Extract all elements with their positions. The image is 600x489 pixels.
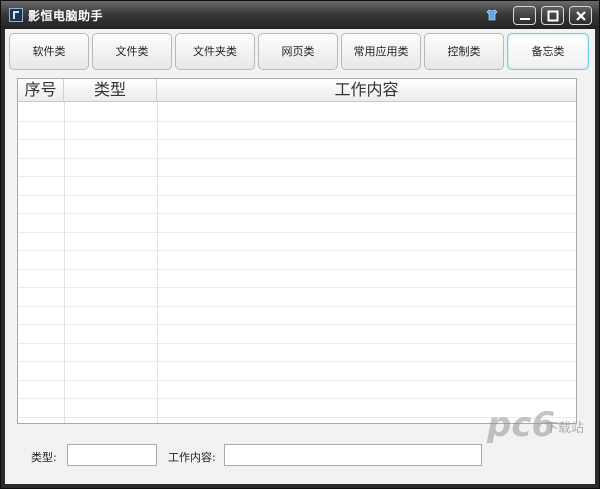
table-header: 序号 类型 工作内容 xyxy=(18,79,576,102)
tab-files[interactable]: 文件类 xyxy=(92,33,172,70)
type-label: 类型: xyxy=(31,451,57,464)
title-bar[interactable]: 影恒电脑助手 xyxy=(1,1,599,29)
app-logo-icon xyxy=(9,8,23,22)
watermark-site: 下载站 xyxy=(545,421,585,436)
content-label: 工作内容: xyxy=(168,451,216,464)
shirt-icon[interactable] xyxy=(486,9,498,21)
column-header-type[interactable]: 类型 xyxy=(64,79,157,101)
close-button[interactable] xyxy=(569,6,592,25)
column-header-index[interactable]: 序号 xyxy=(18,79,64,101)
content-input[interactable] xyxy=(224,444,482,466)
tab-common-apps[interactable]: 常用应用类 xyxy=(341,33,421,70)
minimize-icon xyxy=(520,18,530,20)
tab-folders[interactable]: 文件夹类 xyxy=(175,33,255,70)
app-window: 影恒电脑助手 软件类 文件类 文件夹类 网页类 常用应用类 控制类 备忘类 序号… xyxy=(0,0,600,489)
maximize-icon xyxy=(547,10,559,22)
tab-software[interactable]: 软件类 xyxy=(9,33,89,70)
type-input[interactable] xyxy=(67,444,157,466)
minimize-button[interactable] xyxy=(513,6,536,25)
tab-webpages[interactable]: 网页类 xyxy=(258,33,338,70)
category-tabs: 软件类 文件类 文件夹类 网页类 常用应用类 控制类 备忘类 xyxy=(9,33,591,71)
close-icon xyxy=(576,11,586,21)
tab-memo[interactable]: 备忘类 xyxy=(507,33,589,70)
column-header-content[interactable]: 工作内容 xyxy=(157,79,576,101)
memo-table[interactable]: 序号 类型 工作内容 xyxy=(17,78,577,424)
table-gridlines xyxy=(18,102,576,423)
watermark-logo: pc6 下载站 xyxy=(485,403,593,453)
window-title: 影恒电脑助手 xyxy=(28,9,104,23)
maximize-button[interactable] xyxy=(541,6,564,25)
tab-control[interactable]: 控制类 xyxy=(424,33,504,70)
